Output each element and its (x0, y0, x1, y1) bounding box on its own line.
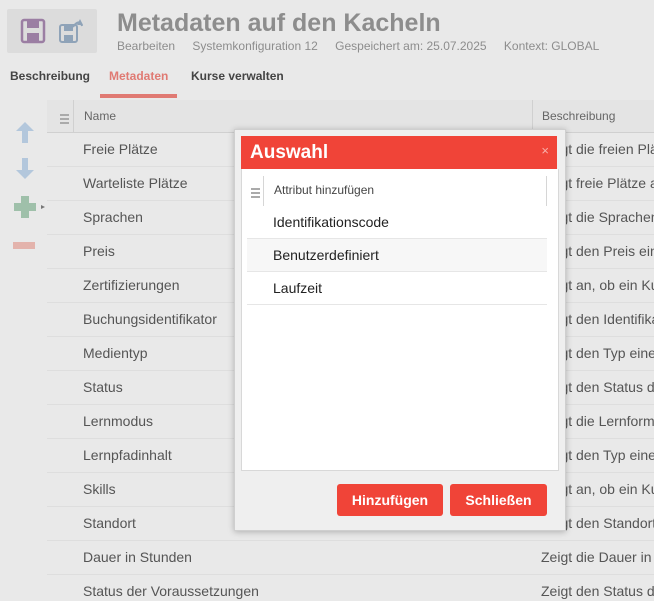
list-header-label[interactable]: Attribut hinzufügen (274, 183, 374, 197)
cell-name: Freie Plätze (83, 141, 158, 157)
save-as-icon[interactable] (57, 17, 85, 45)
file-toolbar (7, 9, 97, 53)
table-row[interactable]: Dauer in Stunden Zeigt die Dauer in (47, 541, 654, 575)
dialog-title: Auswahl (250, 142, 329, 163)
cell-name: Buchungsidentifikator (83, 311, 217, 327)
meta-saved: Gespeichert am: 25.07.2025 (335, 39, 487, 53)
close-button[interactable]: Schließen (450, 484, 547, 516)
cell-name: Sprachen (83, 209, 143, 225)
drag-handle-icon[interactable] (251, 185, 260, 198)
cell-name: Zertifizierungen (83, 277, 180, 293)
cell-name: Lernmodus (83, 413, 154, 429)
cell-name: Status (83, 379, 123, 395)
cell-name: Standort (83, 515, 136, 531)
meta-mode: Bearbeiten (117, 39, 176, 53)
list-item-benutzerdefiniert[interactable]: Benutzerdefiniert (247, 239, 547, 272)
cell-name: Preis (83, 243, 115, 259)
cell-name: Dauer in Stunden (83, 549, 192, 565)
selection-dialog: Auswahl × Attribut hinzufügen Identifika… (234, 129, 566, 531)
attribute-list: Attribut hinzufügen Identifikationscode … (241, 169, 559, 471)
row-toolbar (0, 100, 47, 601)
dialog-header: Auswahl × (241, 136, 557, 169)
meta-context: Kontext: GLOBAL (503, 39, 600, 53)
cell-name: Skills (83, 481, 116, 497)
cell-name: Medientyp (83, 345, 148, 361)
meta-config: Systemkonfiguration 12 (192, 39, 318, 53)
column-separator (73, 100, 74, 132)
table-row[interactable]: Status der Voraussetzungen Zeigt den Stat… (47, 575, 654, 601)
cell-description: Zeigt den Status d (541, 583, 654, 599)
cell-name: Warteliste Plätze (83, 175, 188, 191)
list-item-laufzeit[interactable]: Laufzeit (247, 272, 547, 305)
page-header: Metadaten auf den Kacheln Bearbeiten Sys… (0, 0, 654, 100)
cell-name: Status der Voraussetzungen (83, 583, 259, 599)
add-button[interactable]: Hinzufügen (337, 484, 443, 516)
list-header: Attribut hinzufügen (242, 169, 558, 206)
close-icon[interactable]: × (541, 144, 549, 158)
cell-description: Zeigt die Dauer in (541, 549, 652, 565)
page-meta: Bearbeiten Systemkonfiguration 12 Gespei… (117, 39, 613, 53)
attribute-items: Identifikationscode Benutzerdefiniert La… (247, 206, 547, 305)
arrow-down-icon[interactable] (12, 156, 38, 182)
column-header-name[interactable]: Name (84, 100, 116, 132)
column-separator (532, 100, 533, 132)
tab-kurse-verwalten[interactable]: Kurse verwalten (191, 68, 284, 98)
page-title: Metadaten auf den Kacheln (117, 9, 441, 37)
tab-metadaten[interactable]: Metadaten (100, 68, 178, 98)
column-separator (546, 176, 547, 206)
tab-beschreibung[interactable]: Beschreibung (10, 68, 90, 98)
remove-icon[interactable] (12, 234, 38, 260)
column-separator (263, 176, 264, 206)
arrow-up-icon[interactable] (12, 119, 38, 145)
cell-name: Lernpfadinhalt (83, 447, 172, 463)
add-icon[interactable] (12, 194, 46, 220)
drag-handle-icon[interactable] (60, 111, 69, 124)
column-header-description[interactable]: Beschreibung (542, 100, 615, 132)
save-icon[interactable] (19, 17, 47, 45)
list-item-identifikationscode[interactable]: Identifikationscode (247, 206, 547, 239)
